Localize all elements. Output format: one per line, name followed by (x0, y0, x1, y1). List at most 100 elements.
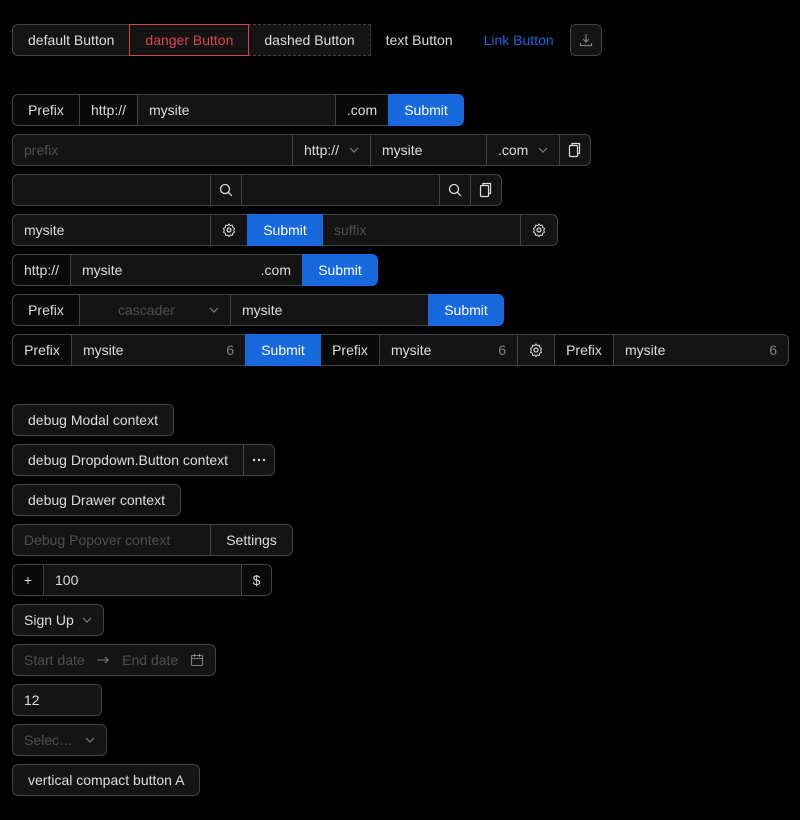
search-input-2[interactable] (241, 174, 440, 206)
suffix-addon: .com (335, 94, 389, 126)
submit-button[interactable]: Submit (428, 294, 504, 326)
number-input[interactable]: 100 (43, 564, 242, 596)
search-input-1[interactable] (12, 174, 211, 206)
signup-select[interactable]: Sign Up (12, 604, 104, 636)
drawer-row: debug Drawer context (12, 484, 181, 516)
cascader-select[interactable]: cascader (79, 294, 231, 326)
search-icon (219, 183, 233, 197)
default-button[interactable]: default Button (12, 24, 131, 56)
plain-number-input[interactable]: 12 (12, 684, 102, 716)
date-range-picker[interactable]: Start date End date (12, 644, 216, 676)
prefix-button[interactable]: Prefix (12, 294, 80, 326)
signup-row: Sign Up (12, 604, 104, 636)
debug-drawer-button[interactable]: debug Drawer context (12, 484, 181, 516)
chevron-down-icon (538, 145, 548, 155)
search-icon (448, 183, 462, 197)
protocol-select-value: http:// (304, 142, 340, 158)
select-input-group: prefix http:// mysite .com (12, 134, 591, 166)
copy-icon (479, 182, 493, 198)
setting-icon (532, 223, 546, 237)
debug-dropdown-button[interactable]: debug Dropdown.Button context (12, 444, 245, 476)
cascader-input-group: Prefix cascader mysite Submit (12, 294, 504, 326)
site-input[interactable]: mysite (12, 214, 211, 246)
vertical-compact-button-a[interactable]: vertical compact button A (12, 764, 201, 796)
site-input-value: mysite (625, 342, 666, 358)
select-placeholder: Selec… (24, 732, 74, 748)
ellipsis-icon (252, 458, 266, 462)
settings-button-1[interactable] (210, 214, 248, 246)
plus-addon: + (12, 564, 44, 596)
signup-select-value: Sign Up (24, 612, 74, 628)
submit-button[interactable]: Submit (247, 214, 323, 246)
submit-button[interactable]: Submit (245, 334, 321, 366)
currency-addon: $ (241, 564, 272, 596)
suffix-input[interactable]: suffix (322, 214, 521, 246)
arrow-right-icon (96, 656, 110, 664)
char-count: 6 (769, 342, 777, 358)
site-input[interactable]: mysite (230, 294, 429, 326)
calendar-icon (190, 653, 204, 667)
date-range-row: Start date End date (12, 644, 216, 676)
suffix-select[interactable]: .com (486, 134, 560, 166)
affix-input-group: http:// mysite .com Submit (12, 254, 378, 286)
submit-button[interactable]: Submit (302, 254, 378, 286)
download-button[interactable] (569, 24, 602, 56)
suffix-select-value: .com (498, 142, 529, 158)
copy-button[interactable] (470, 174, 502, 206)
protocol-addon: http:// (12, 254, 71, 286)
search-button-2[interactable] (439, 174, 471, 206)
settings-button[interactable]: Settings (210, 524, 293, 556)
button-group: default Button danger Button dashed Butt… (12, 24, 602, 56)
debug-modal-button[interactable]: debug Modal context (12, 404, 174, 436)
prefix-button[interactable]: Prefix (12, 94, 80, 126)
select-box[interactable]: Selec… (12, 724, 107, 756)
site-input-value: mysite (83, 342, 124, 358)
dropdown-trigger-button[interactable] (243, 444, 276, 476)
site-input-value: mysite (82, 262, 123, 278)
dashed-button[interactable]: dashed Button (248, 24, 371, 56)
plain-number-row: 12 (12, 684, 102, 716)
site-input[interactable]: mysite (137, 94, 336, 126)
link-button[interactable]: Link Button (468, 24, 570, 56)
protocol-select[interactable]: http:// (292, 134, 371, 166)
search-button-1[interactable] (210, 174, 242, 206)
debug-popover-input[interactable]: Debug Popover context (12, 524, 211, 556)
prefix-addon: Prefix (554, 334, 614, 366)
char-count: 6 (226, 342, 234, 358)
site-input-2[interactable]: mysite 6 (379, 334, 518, 366)
text-button[interactable]: text Button (370, 24, 469, 56)
prefix-input[interactable]: prefix (12, 134, 293, 166)
vertical-compact-row: vertical compact button A (12, 764, 201, 796)
select-row: Selec… (12, 724, 107, 756)
char-count: 6 (498, 342, 506, 358)
end-date-input[interactable]: End date (122, 652, 178, 668)
settings-button[interactable] (517, 334, 555, 366)
chevron-down-icon (209, 305, 219, 315)
site-input-1[interactable]: mysite 6 (71, 334, 246, 366)
site-input-value: mysite (391, 342, 432, 358)
cascader-placeholder: cascader (118, 302, 175, 318)
count-input-group: Prefix mysite 6 Submit Prefix mysite 6 P… (12, 334, 789, 366)
chevron-down-icon (85, 735, 95, 745)
modal-row: debug Modal context (12, 404, 174, 436)
number-input-group: + 100 $ (12, 564, 272, 596)
copy-button[interactable] (559, 134, 591, 166)
prefix-addon: Prefix (320, 334, 380, 366)
protocol-addon: http:// (79, 94, 138, 126)
settings-button-2[interactable] (520, 214, 558, 246)
search-input-group (12, 174, 502, 206)
site-input[interactable]: mysite .com (70, 254, 303, 286)
prefix-addon: Prefix (12, 334, 72, 366)
submit-button[interactable]: Submit (388, 94, 464, 126)
dropdown-button-row: debug Dropdown.Button context (12, 444, 276, 476)
download-icon (579, 33, 593, 47)
site-input[interactable]: mysite (370, 134, 487, 166)
suffix-text: .com (260, 262, 291, 278)
danger-button[interactable]: danger Button (129, 24, 250, 56)
setting-icon (529, 343, 543, 357)
popover-row: Debug Popover context Settings (12, 524, 293, 556)
start-date-input[interactable]: Start date (24, 652, 85, 668)
url-input-group: Prefix http:// mysite .com Submit (12, 94, 464, 126)
copy-icon (568, 142, 582, 158)
site-input-3[interactable]: mysite 6 (613, 334, 789, 366)
